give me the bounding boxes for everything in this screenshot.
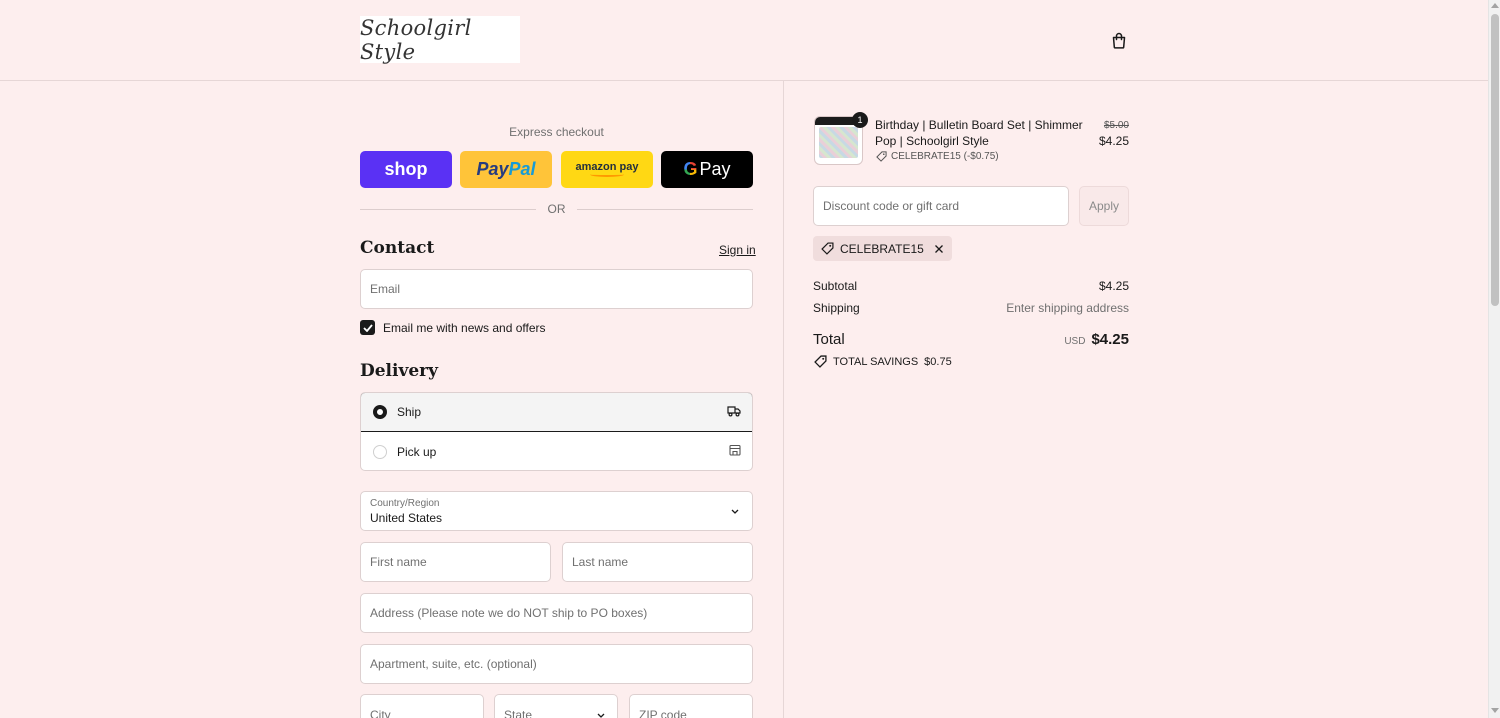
address-field[interactable]: Address (Please note we do NOT ship to P… <box>360 593 753 633</box>
or-divider: OR <box>360 202 753 216</box>
city-placeholder: City <box>370 708 391 718</box>
express-checkout-title: Express checkout <box>509 125 604 139</box>
shop-pay-label: shop <box>384 159 428 179</box>
paypal-label-part1: Pay <box>476 159 509 179</box>
email-field[interactable]: Email <box>360 269 753 309</box>
zip-placeholder: ZIP code <box>639 708 687 718</box>
product-discount: CELEBRATE15 (-$0.75) <box>876 151 999 162</box>
google-pay-label: Pay <box>699 159 731 179</box>
store-logo-text: Schoolgirl Style <box>360 15 472 64</box>
zip-field[interactable]: ZIP code <box>629 694 753 718</box>
total-row: Total USD $4.25 <box>813 331 1129 349</box>
currency-code: USD <box>1064 336 1086 347</box>
checkmark-icon <box>362 323 373 332</box>
scroll-up-arrow-icon[interactable] <box>1491 3 1499 8</box>
google-pay-button[interactable]: G Pay <box>661 151 753 188</box>
state-placeholder: State <box>504 708 533 718</box>
paypal-label-part2: Pal <box>508 159 536 179</box>
newsletter-checkbox[interactable] <box>360 320 375 335</box>
cart-button[interactable] <box>1108 29 1130 51</box>
applied-code-label: CELEBRATE15 <box>840 241 924 256</box>
store-logo[interactable]: Schoolgirl Style <box>360 15 520 64</box>
google-g-icon: G <box>683 159 698 179</box>
remove-discount-icon[interactable] <box>934 244 944 254</box>
applied-discount-chip: CELEBRATE15 <box>813 236 952 261</box>
tag-icon <box>876 151 887 162</box>
final-price: $4.25 <box>1098 134 1129 148</box>
amazon-pay-button[interactable]: amazon pay <box>561 151 653 188</box>
country-select[interactable]: Country/Region United States <box>360 491 753 531</box>
subtotal-row: Subtotal $4.25 <box>813 279 1129 293</box>
newsletter-checkbox-row[interactable]: Email me with news and offers <box>360 320 546 335</box>
savings-label: TOTAL SAVINGS <box>833 355 919 368</box>
first-name-placeholder: First name <box>370 555 427 569</box>
discount-code-input[interactable]: Discount code or gift card <box>813 186 1069 226</box>
truck-icon <box>727 406 741 417</box>
email-placeholder: Email <box>370 282 401 296</box>
contact-title: Contact <box>360 238 435 258</box>
total-label: Total <box>813 331 845 348</box>
delivery-option-ship[interactable]: Ship <box>361 393 752 432</box>
page-scrollbar[interactable] <box>1488 0 1500 718</box>
delivery-method-group: Ship Pick up <box>360 392 753 471</box>
country-label: Country/Region <box>370 497 440 509</box>
column-divider <box>783 81 784 718</box>
apartment-field[interactable]: Apartment, suite, etc. (optional) <box>360 644 753 684</box>
discount-placeholder: Discount code or gift card <box>823 199 960 213</box>
subtotal-label: Subtotal <box>813 279 858 293</box>
product-name: Birthday | Bulletin Board Set | Shimmer … <box>875 118 1083 148</box>
total-savings: TOTAL SAVINGS $0.75 <box>814 355 952 368</box>
chevron-down-icon <box>731 509 739 514</box>
delivery-title: Delivery <box>360 361 439 381</box>
shopping-bag-icon <box>1112 32 1126 49</box>
scroll-down-arrow-icon[interactable] <box>1491 708 1499 713</box>
original-price: $5.00 <box>1103 120 1129 131</box>
shipping-value: Enter shipping address <box>1006 301 1129 315</box>
country-value: United States <box>370 510 443 525</box>
checkout-header: Schoolgirl Style <box>0 0 1488 81</box>
ship-label: Ship <box>397 405 422 419</box>
state-select[interactable]: State <box>494 694 618 718</box>
last-name-placeholder: Last name <box>572 555 629 569</box>
product-discount-label: CELEBRATE15 (-$0.75) <box>891 151 999 162</box>
city-field[interactable]: City <box>360 694 484 718</box>
paypal-button[interactable]: Pay Pal <box>460 151 552 188</box>
scrollbar-thumb[interactable] <box>1491 14 1499 306</box>
newsletter-label: Email me with news and offers <box>383 320 546 335</box>
pickup-label: Pick up <box>397 444 437 459</box>
shop-pay-button[interactable]: shop <box>360 151 452 188</box>
last-name-field[interactable]: Last name <box>562 542 753 582</box>
sign-in-link[interactable]: Sign in <box>719 243 756 257</box>
total-value: $4.25 <box>1091 331 1129 348</box>
delivery-option-pickup[interactable]: Pick up <box>361 432 752 470</box>
divider-line <box>577 209 753 210</box>
quantity-badge: 1 <box>852 112 868 128</box>
tag-icon <box>814 355 827 368</box>
subtotal-value: $4.25 <box>1098 279 1129 293</box>
thumbnail-art <box>819 127 858 158</box>
store-icon <box>729 444 741 456</box>
ship-radio[interactable] <box>373 405 387 419</box>
apartment-placeholder: Apartment, suite, etc. (optional) <box>370 657 537 671</box>
pickup-radio[interactable] <box>373 444 387 459</box>
shipping-label: Shipping <box>813 301 860 315</box>
savings-value: $0.75 <box>924 355 952 368</box>
apply-discount-button[interactable]: Apply <box>1079 186 1129 226</box>
first-name-field[interactable]: First name <box>360 542 551 582</box>
shipping-row: Shipping Enter shipping address <box>813 301 1129 315</box>
chevron-down-icon <box>597 713 605 718</box>
tag-icon <box>821 242 834 255</box>
amazon-smile-icon <box>590 172 624 177</box>
address-placeholder: Address (Please note we do NOT ship to P… <box>370 606 648 620</box>
